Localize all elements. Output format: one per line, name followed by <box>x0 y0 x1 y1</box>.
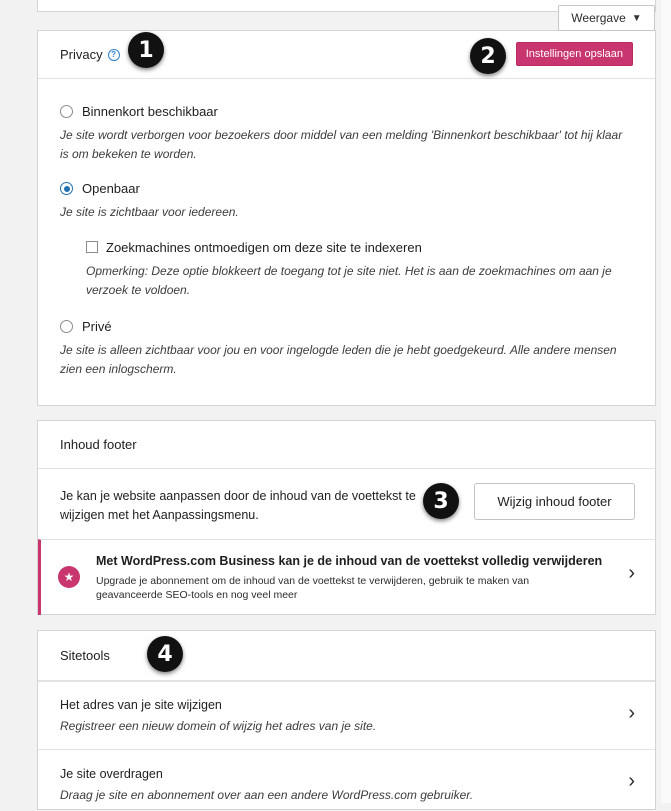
search-engines-note: Opmerking: Deze optie blokkeert de toega… <box>86 264 612 297</box>
privacy-title: Privacy <box>60 47 103 62</box>
chevron-right-icon[interactable]: › <box>628 702 635 725</box>
callout-badge-1: 1 <box>128 32 164 68</box>
option-private-label[interactable]: Privé <box>82 319 112 334</box>
star-icon: ★ <box>58 566 80 588</box>
page-edge <box>661 0 671 803</box>
search-engines-checkbox[interactable] <box>86 241 98 253</box>
radio-coming-soon[interactable] <box>60 105 73 118</box>
sitetools-card: Sitetools Het adres van je site wijzigen… <box>37 630 656 810</box>
chevron-right-icon[interactable]: › <box>628 770 635 793</box>
option-coming-soon-label[interactable]: Binnenkort beschikbaar <box>82 104 218 119</box>
privacy-card: Privacy ? Instellingen opslaan Binnenkor… <box>37 30 656 406</box>
footer-description: Je kan je website aanpassen door de inho… <box>60 489 416 522</box>
save-settings-button[interactable]: Instellingen opslaan <box>515 42 633 66</box>
footer-header: Inhoud footer <box>38 421 655 469</box>
option-private-description: Je site is alleen zichtbaar voor jou en … <box>60 343 617 376</box>
chevron-right-icon[interactable]: › <box>628 562 635 585</box>
transfer-site-row[interactable]: Je site overdragen Draag je site en abon… <box>38 749 655 811</box>
upsell-description: Upgrade je abonnement om de inhoud van d… <box>96 575 530 601</box>
view-dropdown-button[interactable]: Weergave ▼ <box>558 5 655 31</box>
option-coming-soon-description: Je site wordt verborgen voor bezoekers d… <box>60 128 623 161</box>
change-site-address-title: Het adres van je site wijzigen <box>60 698 222 712</box>
edit-footer-button[interactable]: Wijzig inhoud footer <box>474 483 635 520</box>
caret-down-icon: ▼ <box>631 12 642 24</box>
transfer-site-description: Draag je site en abonnement over aan een… <box>60 788 474 802</box>
change-site-address-description: Registreer een nieuw domein of wijzig he… <box>60 719 377 733</box>
transfer-site-title: Je site overdragen <box>60 767 163 781</box>
footer-title: Inhoud footer <box>60 437 137 452</box>
business-upsell-banner[interactable]: ★ Met WordPress.com Business kan je de i… <box>38 539 655 615</box>
radio-public[interactable] <box>60 182 73 195</box>
radio-private[interactable] <box>60 320 73 333</box>
help-icon[interactable]: ? <box>107 48 120 61</box>
callout-badge-2: 2 <box>470 38 506 74</box>
callout-badge-3: 3 <box>423 483 459 519</box>
footer-card: Inhoud footer Je kan je website aanpasse… <box>37 420 656 615</box>
option-public-description: Je site is zichtbaar voor iedereen. <box>60 205 239 219</box>
search-engines-label[interactable]: Zoekmachines ontmoedigen om deze site te… <box>106 240 422 255</box>
view-button-label: Weergave <box>571 11 626 25</box>
change-site-address-row[interactable]: Het adres van je site wijzigen Registree… <box>38 681 655 749</box>
option-public-label[interactable]: Openbaar <box>82 181 140 196</box>
callout-badge-4: 4 <box>147 636 183 672</box>
upsell-title: Met WordPress.com Business kan je de inh… <box>96 554 603 568</box>
sitetools-title: Sitetools <box>60 648 110 663</box>
sitetools-header: Sitetools <box>38 631 655 681</box>
